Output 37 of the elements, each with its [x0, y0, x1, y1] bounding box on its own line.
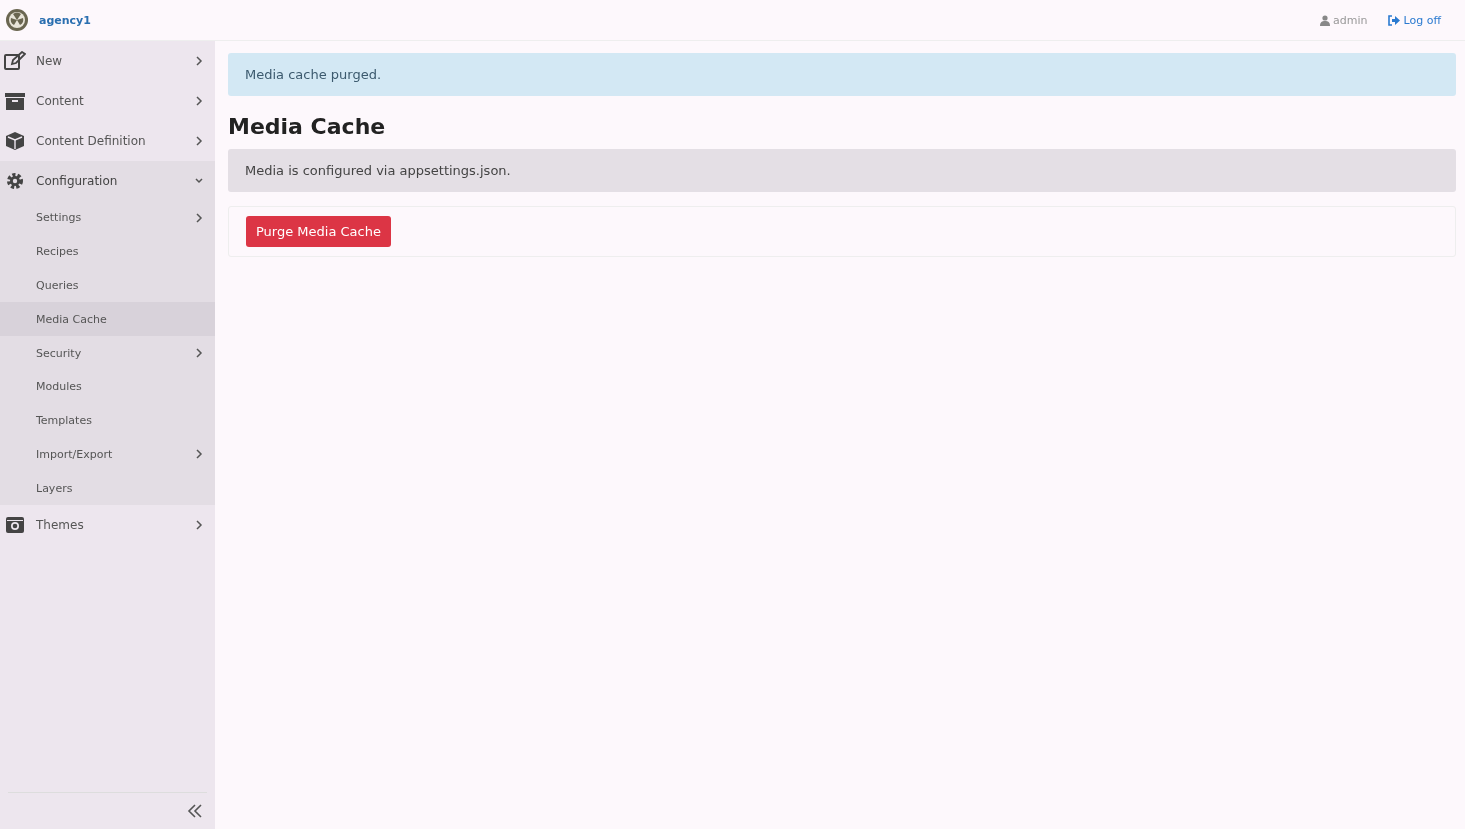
- chevron-right-icon: [195, 212, 203, 223]
- sidebar-subitem[interactable]: Media Cache: [0, 302, 215, 337]
- success-alert: Media cache purged.: [228, 53, 1456, 96]
- page-title: Media Cache: [228, 114, 387, 139]
- sidebar-subitem[interactable]: Security: [0, 336, 215, 370]
- chevron-right-icon: [195, 96, 203, 106]
- site-name[interactable]: agency1: [39, 13, 91, 27]
- sidebar-item[interactable]: Themes: [0, 505, 215, 546]
- sidebar-item[interactable]: Content Definition: [0, 121, 215, 161]
- logoff-link[interactable]: Log off: [1387, 13, 1441, 27]
- sidebar-item[interactable]: New: [0, 41, 215, 81]
- archive-icon: [4, 91, 26, 111]
- sidebar-item[interactable]: Content: [0, 81, 215, 121]
- sidebar-subitem[interactable]: Queries: [0, 268, 215, 303]
- sidebar-subitem[interactable]: Import/Export: [0, 437, 215, 472]
- sidebar-subitem[interactable]: Layers: [0, 471, 215, 506]
- sidebar-subitem[interactable]: Settings: [0, 201, 215, 235]
- chevron-right-icon: [195, 348, 203, 359]
- cube-icon: [4, 131, 26, 151]
- purge-button[interactable]: Purge Media Cache: [246, 216, 391, 247]
- sidebar-item[interactable]: Configuration: [0, 161, 215, 201]
- chevron-right-icon: [195, 449, 203, 460]
- collapse-icon[interactable]: [187, 803, 203, 819]
- user-icon: [1320, 14, 1331, 26]
- chevron-right-icon: [195, 136, 203, 146]
- chevron-right-icon: [195, 520, 203, 531]
- camera-icon: [4, 515, 26, 536]
- chevron-right-icon: [195, 56, 203, 66]
- sidebar-subitem[interactable]: Templates: [0, 403, 215, 438]
- sidebar-subitem[interactable]: Modules: [0, 370, 215, 404]
- logo-icon: [5, 8, 29, 32]
- chevron-down-icon: [195, 176, 203, 186]
- info-message: Media is configured via appsettings.json.: [228, 149, 1456, 192]
- gear-icon: [4, 171, 26, 191]
- edit-icon: [4, 51, 26, 71]
- sign-out-icon: [1387, 14, 1400, 26]
- sidebar-subitem[interactable]: Recipes: [0, 234, 215, 269]
